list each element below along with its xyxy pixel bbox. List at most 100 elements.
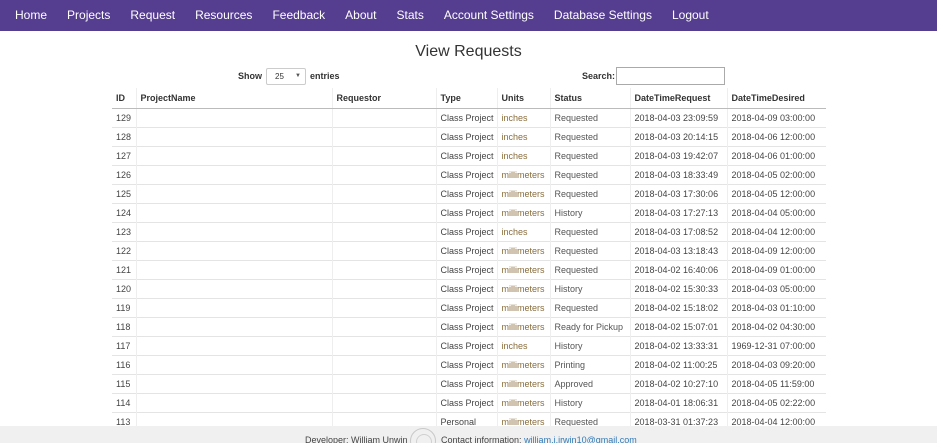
nav-stats[interactable]: Stats (387, 0, 434, 31)
table-row[interactable]: 116 Class Project millimeters Printing 2018-… (112, 354, 826, 374)
cell-units: millimeters (496, 202, 550, 222)
cell-projectname (135, 316, 332, 336)
table-row[interactable]: 125 Class Project millimeters Requested 2018… (112, 183, 826, 203)
cell-type: Class Project (435, 373, 497, 393)
cell-projectname (135, 202, 332, 222)
nav-resources[interactable]: Resources (185, 0, 262, 31)
cell-status: Requested (549, 297, 630, 317)
table-row[interactable]: 122 Class Project millimeters Requested 2018… (112, 240, 826, 260)
cell-status: Requested (549, 221, 630, 241)
cell-requestor (331, 316, 436, 336)
cell-id: 129 (112, 107, 136, 127)
cell-units: inches (496, 221, 550, 241)
search-input[interactable] (616, 67, 726, 85)
table-row[interactable]: 114 Class Project millimeters History 2018-0… (112, 392, 826, 412)
cell-datetimerequest: 2018-04-02 15:30:33 (629, 278, 727, 298)
cell-status: Requested (549, 183, 630, 203)
cell-requestor (331, 335, 436, 355)
column-header-datetimedesired[interactable]: DateTimeDesired (726, 88, 826, 109)
cell-datetimedesired: 2018-04-03 05:00:00 (726, 278, 826, 298)
table-row[interactable]: 128 Class Project inches Requested 2018-04-0… (112, 126, 826, 146)
cell-datetimedesired: 2018-04-09 01:00:00 (726, 259, 826, 279)
cell-type: Class Project (435, 202, 497, 222)
table-row[interactable]: 117 Class Project inches History 2018-04-02 … (112, 335, 826, 355)
cell-datetimerequest: 2018-04-02 13:33:31 (629, 335, 727, 355)
cell-units: inches (496, 126, 550, 146)
table-row[interactable]: 126 Class Project millimeters Requested 2018… (112, 164, 826, 184)
nav-home[interactable]: Home (5, 0, 57, 31)
cell-datetimerequest: 2018-04-03 18:33:49 (629, 164, 727, 184)
nav-database-settings[interactable]: Database Settings (544, 0, 662, 31)
cell-status: History (549, 335, 630, 355)
cell-datetimerequest: 2018-04-02 11:00:25 (629, 354, 727, 374)
table-row[interactable]: 129 Class Project inches Requested 2018-04-0… (112, 107, 826, 127)
cell-status: History (549, 278, 630, 298)
table-row[interactable]: 121 Class Project millimeters Requested 2018… (112, 259, 826, 279)
cell-projectname (135, 259, 332, 279)
cell-datetimedesired: 2018-04-03 01:10:00 (726, 297, 826, 317)
cell-datetimerequest: 2018-04-02 15:07:01 (629, 316, 727, 336)
cell-id: 126 (112, 164, 136, 184)
table-row[interactable]: 123 Class Project inches Requested 2018-04-0… (112, 221, 826, 241)
column-header-id[interactable]: ID (112, 88, 136, 109)
top-navbar: Home Projects Request Resources Feedback… (0, 0, 937, 31)
cell-projectname (135, 297, 332, 317)
cell-requestor (331, 259, 436, 279)
cell-id: 115 (112, 373, 136, 393)
column-header-datetimerequest[interactable]: DateTimeRequest (629, 88, 727, 109)
nav-projects[interactable]: Projects (57, 0, 120, 31)
column-header-units[interactable]: Units (496, 88, 550, 109)
cell-id: 118 (112, 316, 136, 336)
cell-units: inches (496, 335, 550, 355)
cell-units: millimeters (496, 297, 550, 317)
nav-account-settings[interactable]: Account Settings (434, 0, 544, 31)
cell-projectname (135, 240, 332, 260)
cell-id: 116 (112, 354, 136, 374)
column-header-projectname[interactable]: ProjectName (135, 88, 332, 109)
nav-logout[interactable]: Logout (662, 0, 719, 31)
contact-email-link[interactable]: william.j.irwin10@gmail.com (524, 435, 637, 443)
search-label: Search: (582, 71, 616, 81)
table-row[interactable]: 124 Class Project millimeters History 2018-0… (112, 202, 826, 222)
cell-status: Requested (549, 145, 630, 165)
cell-id: 121 (112, 259, 136, 279)
cell-status: Printing (549, 354, 630, 374)
cell-projectname (135, 107, 332, 127)
column-header-requestor[interactable]: Requestor (331, 88, 436, 109)
logo-icon (410, 428, 436, 443)
cell-id: 127 (112, 145, 136, 165)
cell-projectname (135, 221, 332, 241)
table-row[interactable]: 115 Class Project millimeters Approved 2018-… (112, 373, 826, 393)
chevron-down-icon: ▼ (295, 73, 301, 79)
cell-datetimerequest: 2018-04-03 23:09:59 (629, 107, 727, 127)
cell-projectname (135, 145, 332, 165)
table-row[interactable]: 119 Class Project millimeters Requested 2018… (112, 297, 826, 317)
cell-id: 122 (112, 240, 136, 260)
cell-projectname (135, 126, 332, 146)
cell-type: Class Project (435, 278, 497, 298)
cell-type: Class Project (435, 164, 497, 184)
nav-about[interactable]: About (335, 0, 386, 31)
cell-status: Approved (549, 373, 630, 393)
table-row[interactable]: 127 Class Project inches Requested 2018-04-0… (112, 145, 826, 165)
cell-units: inches (496, 107, 550, 127)
column-header-type[interactable]: Type (435, 88, 497, 109)
cell-datetimerequest: 2018-04-03 20:14:15 (629, 126, 727, 146)
table-row[interactable]: 120 Class Project millimeters History 2018-0… (112, 278, 826, 298)
cell-datetimedesired: 2018-04-05 11:59:00 (726, 373, 826, 393)
cell-projectname (135, 373, 332, 393)
cell-units: inches (496, 145, 550, 165)
cell-datetimedesired: 2018-04-05 02:22:00 (726, 392, 826, 412)
table-row[interactable]: 118 Class Project millimeters Ready for Pic… (112, 316, 826, 336)
cell-units: millimeters (496, 164, 550, 184)
nav-feedback[interactable]: Feedback (262, 0, 335, 31)
cell-requestor (331, 164, 436, 184)
entries-per-page-select[interactable]: 25 ▼ (266, 67, 306, 85)
column-header-status[interactable]: Status (549, 88, 630, 109)
cell-requestor (331, 107, 436, 127)
nav-request[interactable]: Request (120, 0, 185, 31)
contact-info: Contact information: william.j.irwin10@g… (441, 435, 637, 443)
cell-datetimerequest: 2018-04-03 13:18:43 (629, 240, 727, 260)
show-label: Show (238, 71, 262, 81)
cell-projectname (135, 392, 332, 412)
